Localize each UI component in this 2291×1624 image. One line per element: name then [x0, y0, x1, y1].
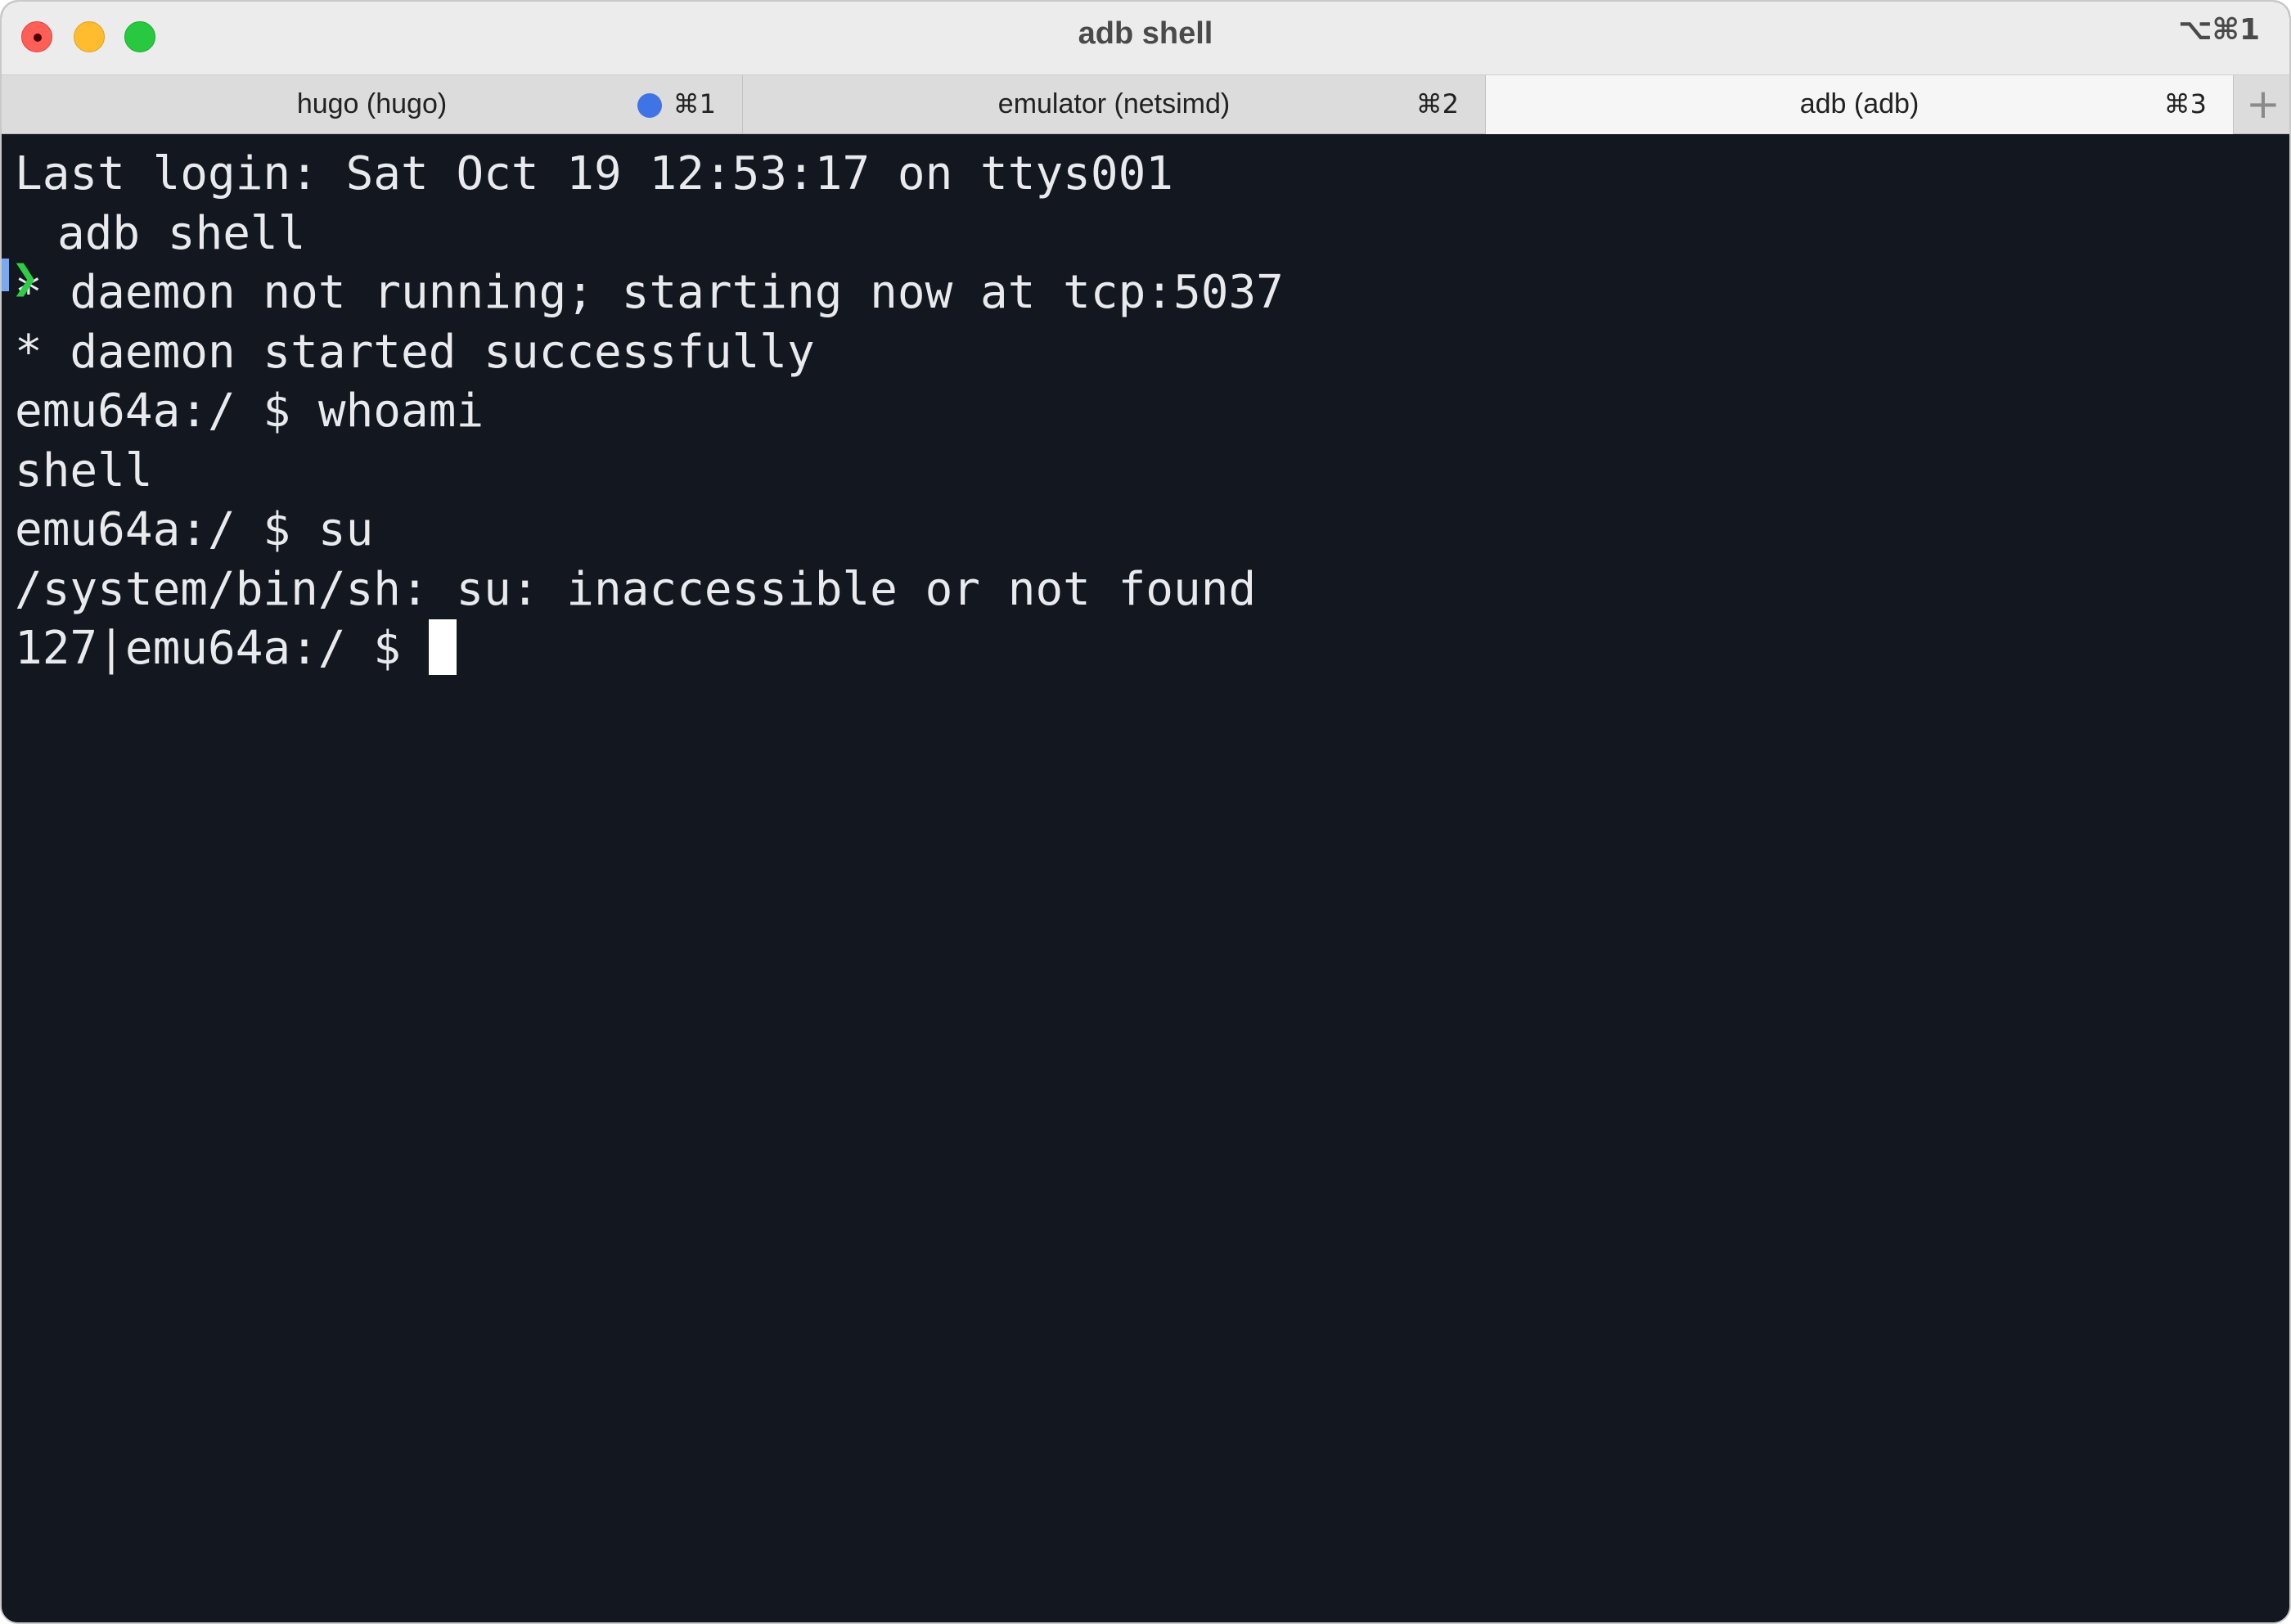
tab-label: hugo (hugo): [296, 88, 448, 119]
terminal-line-current-prompt[interactable]: 127|emu64a:/ $: [15, 619, 2289, 679]
tab-shortcut: ⌘3: [2163, 88, 2207, 119]
terminal-output[interactable]: Last login: Sat Oct 19 12:53:17 on ttys0…: [2, 135, 2289, 1622]
tab-label: adb (adb): [1799, 88, 1920, 119]
new-tab-button[interactable]: +: [2234, 75, 2289, 134]
terminal-line: /system/bin/sh: su: inaccessible or not …: [15, 562, 1257, 616]
terminal-line-last-login: Last login: Sat Oct 19 12:53:17 on ttys0…: [15, 147, 1174, 200]
terminal-line: * daemon not running; starting now at tc…: [15, 266, 1284, 319]
tab-adb[interactable]: adb (adb) ⌘3: [1486, 75, 2234, 134]
terminal-line: * daemon started successfully: [15, 325, 815, 379]
tab-hugo[interactable]: hugo (hugo) ⌘1: [2, 75, 743, 134]
command-text: adb shell: [57, 206, 306, 260]
terminal-line-command: ❯ adb shell: [2, 205, 2289, 304]
terminal-window: adb shell ⌥⌘1 hugo (hugo) ⌘1 emulator (n…: [0, 0, 2291, 1624]
window-title: adb shell: [1078, 16, 1213, 51]
tab-emulator[interactable]: emulator (netsimd) ⌘2: [743, 75, 1486, 134]
terminal-line: emu64a:/ $ su: [15, 503, 374, 556]
window-shortcut: ⌥⌘1: [2178, 13, 2260, 47]
title-bar[interactable]: adb shell ⌥⌘1: [2, 2, 2289, 75]
terminal-line: shell: [15, 443, 153, 497]
activity-indicator-icon: [637, 93, 662, 118]
tab-shortcut: ⌘2: [1416, 88, 1459, 119]
current-prompt: 127|emu64a:/ $: [15, 622, 429, 675]
tab-bar: hugo (hugo) ⌘1 emulator (netsimd) ⌘2 adb…: [2, 75, 2289, 134]
text-cursor: [428, 619, 457, 675]
prompt-arrow-icon: ❯: [11, 250, 39, 304]
prompt-bar-icon: [2, 258, 9, 291]
tab-shortcut: ⌘1: [673, 88, 716, 119]
terminal-line: emu64a:/ $ whoami: [15, 385, 484, 438]
tab-label: emulator (netsimd): [997, 88, 1231, 119]
